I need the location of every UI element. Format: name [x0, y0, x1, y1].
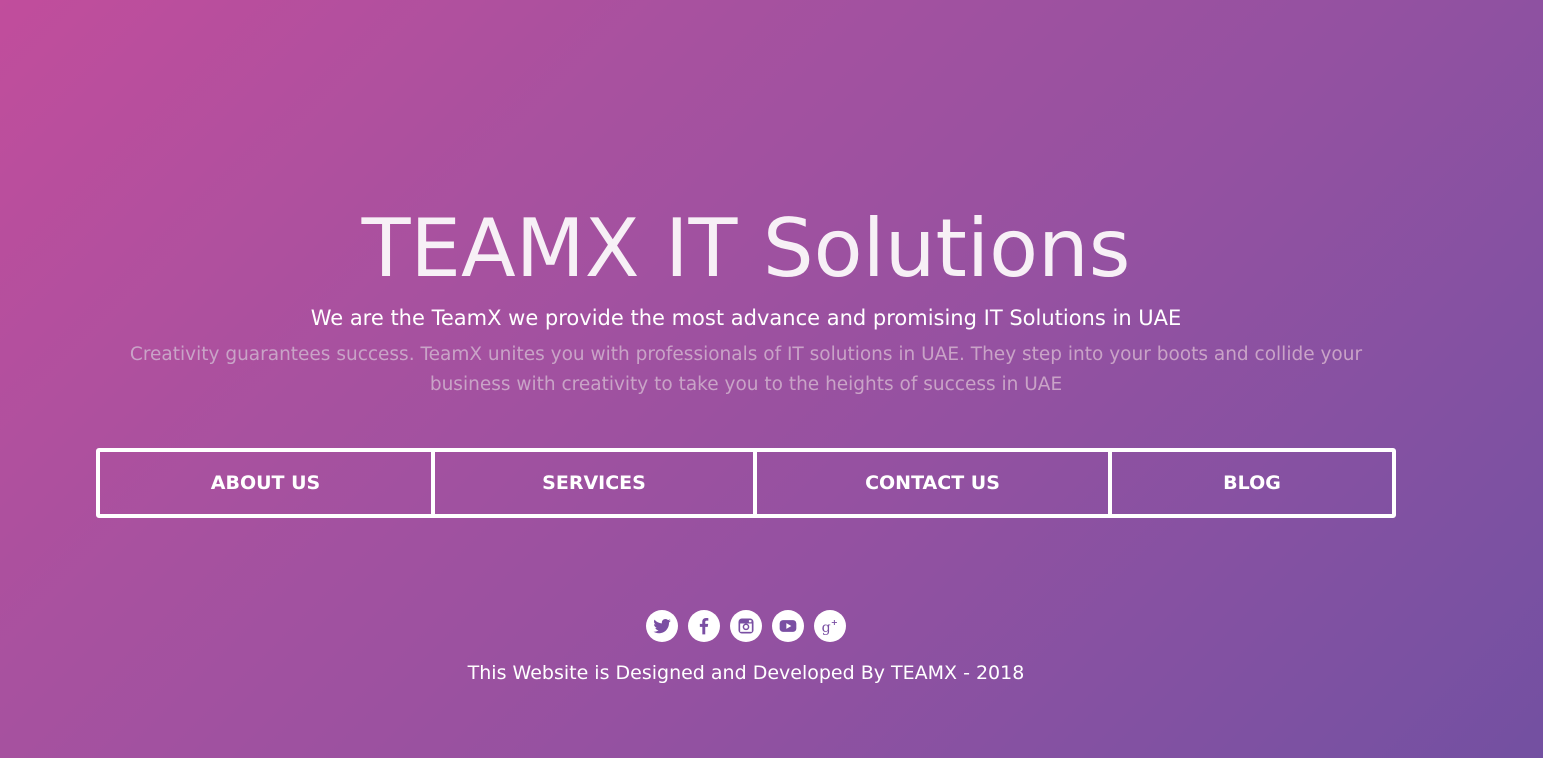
- instagram-link[interactable]: [730, 610, 762, 642]
- facebook-link[interactable]: [688, 610, 720, 642]
- nav-blog-button[interactable]: BLOG: [1108, 452, 1392, 514]
- twitter-icon: [653, 619, 671, 634]
- nav-blog-label: BLOG: [1223, 472, 1281, 494]
- youtube-icon: [779, 620, 797, 632]
- google-plus-link[interactable]: g +: [814, 610, 846, 642]
- main-nav: ABOUT US SERVICES CONTACT US BLOG: [96, 448, 1396, 518]
- nav-contact-us-button[interactable]: CONTACT US: [753, 452, 1108, 514]
- svg-text:g: g: [822, 620, 831, 636]
- youtube-link[interactable]: [772, 610, 804, 642]
- nav-services-button[interactable]: SERVICES: [431, 452, 753, 514]
- nav-services-label: SERVICES: [542, 472, 646, 494]
- social-links: g +: [0, 610, 1492, 642]
- instagram-icon: [738, 618, 754, 634]
- hero-description: Creativity guarantees success. TeamX uni…: [129, 344, 1363, 395]
- twitter-link[interactable]: [646, 610, 678, 642]
- svg-text:+: +: [831, 617, 838, 627]
- facebook-icon: [699, 618, 709, 635]
- google-plus-icon: g +: [822, 617, 838, 636]
- footer-credit: This Website is Designed and Developed B…: [467, 662, 1025, 684]
- nav-about-us-button[interactable]: ABOUT US: [100, 452, 431, 514]
- hero-section: TEAMX IT Solutions We are the TeamX we p…: [0, 0, 1543, 758]
- nav-contact-us-label: CONTACT US: [865, 472, 1000, 494]
- page-title: TEAMX IT Solutions: [361, 202, 1131, 295]
- hero-subtitle: We are the TeamX we provide the most adv…: [310, 306, 1182, 330]
- nav-about-us-label: ABOUT US: [210, 472, 321, 494]
